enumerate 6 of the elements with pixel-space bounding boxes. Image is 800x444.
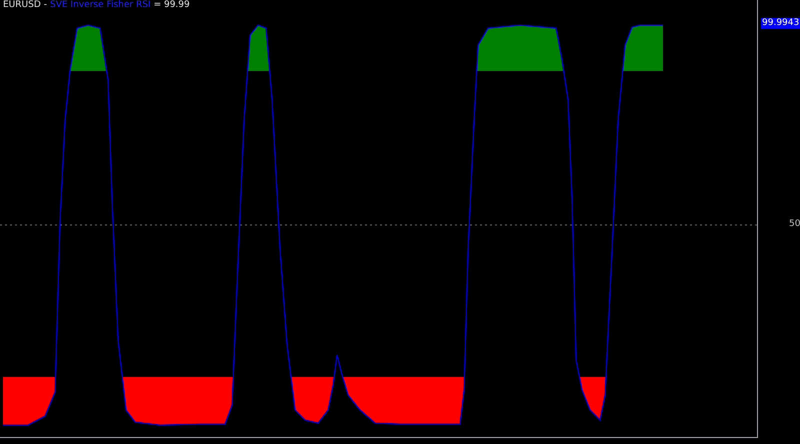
symbol-label: EURUSD	[3, 0, 41, 11]
separator-label: -	[44, 0, 48, 11]
indicator-value: = 99.99	[154, 0, 190, 11]
indicator-name: SVE Inverse Fisher RSI	[50, 0, 151, 11]
current-value-label: 99.9943	[761, 18, 800, 29]
axis-label: 50	[789, 219, 800, 230]
